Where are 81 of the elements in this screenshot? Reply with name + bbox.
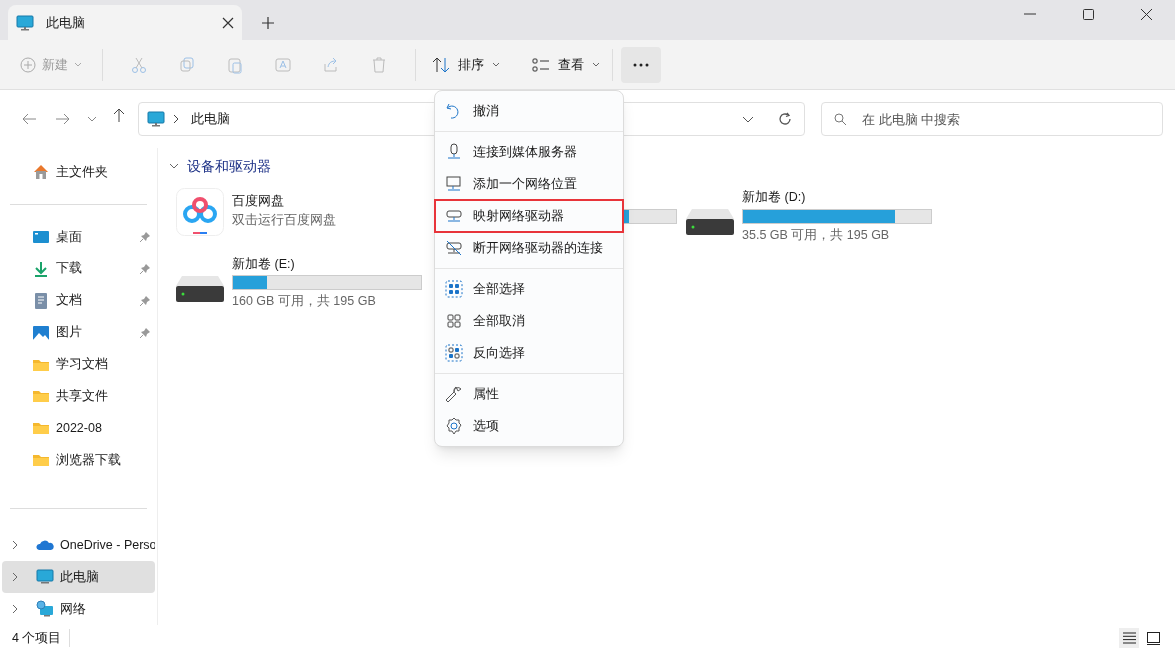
search-field[interactable]: 在 此电脑 中搜索 xyxy=(821,102,1163,136)
caret-icon xyxy=(492,62,500,67)
hard-drive-icon xyxy=(686,207,734,238)
network-drive-icon xyxy=(445,207,463,225)
download-icon xyxy=(32,259,50,278)
tab[interactable]: 此电脑 xyxy=(8,5,242,40)
menu-item[interactable]: 添加一个网络位置 xyxy=(435,168,623,200)
close-icon[interactable] xyxy=(222,16,234,29)
drive-usage: 160 GB 可用，共 195 GB xyxy=(232,293,377,311)
list-view-icon xyxy=(532,57,550,72)
house-icon xyxy=(32,162,50,181)
media-server-icon xyxy=(445,143,463,161)
chevron-down-icon xyxy=(169,161,179,171)
document-icon xyxy=(32,291,50,310)
invert-selection-icon xyxy=(445,344,463,362)
drive-name: 新加卷 (E:) xyxy=(232,255,296,273)
menu-item[interactable]: 选项 xyxy=(435,410,623,442)
menu-item[interactable]: 反向选择 xyxy=(435,337,623,369)
settings-icon xyxy=(445,417,463,435)
view-button[interactable]: 查看 xyxy=(528,46,604,83)
menu-item[interactable]: 属性 xyxy=(435,378,623,410)
tab-label: 此电脑 xyxy=(46,13,86,32)
network-location-icon xyxy=(445,175,463,193)
monitor-icon xyxy=(36,568,54,587)
clipboard-icon[interactable] xyxy=(226,55,244,74)
drive-usage: 35.5 GB 可用，共 195 GB xyxy=(742,226,891,244)
menu-item[interactable]: 撤消 xyxy=(435,95,623,127)
drive-name: 新加卷 (D:) xyxy=(742,189,807,206)
item-name: 百度网盘 xyxy=(232,193,285,210)
monitor-icon xyxy=(16,14,34,31)
more-button[interactable] xyxy=(621,46,661,83)
plus-icon[interactable] xyxy=(262,16,274,29)
tiles-view-icon[interactable] xyxy=(1146,631,1160,645)
refresh-icon[interactable] xyxy=(778,112,793,126)
hard-drive-icon xyxy=(176,273,224,304)
sidebar-item[interactable]: 文档 xyxy=(0,284,157,317)
close-icon[interactable] xyxy=(1140,8,1152,20)
sidebar-item[interactable]: 学习文档 xyxy=(0,348,157,381)
search-icon xyxy=(834,113,848,126)
caret-icon xyxy=(74,62,82,67)
address-path: 此电脑 xyxy=(190,110,230,129)
sidebar-item[interactable]: 2022-08 xyxy=(0,412,157,445)
disconnect-icon xyxy=(445,239,463,257)
item-count: 4 个项目 xyxy=(12,628,71,648)
chevron-right-icon xyxy=(12,540,18,551)
forward-icon[interactable] xyxy=(54,111,71,127)
menu-item[interactable]: 全部选择 xyxy=(435,273,623,305)
back-icon[interactable] xyxy=(20,111,37,127)
menu-item[interactable]: 映射网络驱动器 xyxy=(435,200,623,232)
picture-icon xyxy=(32,323,50,342)
chevron-right-icon xyxy=(12,572,18,583)
item-description: 双击运行百度网盘 xyxy=(232,211,336,229)
sidebar-item[interactable]: 下载 xyxy=(0,252,157,285)
select-none-icon xyxy=(445,312,463,330)
network-icon xyxy=(36,600,54,619)
chevron-down-icon[interactable] xyxy=(742,115,755,123)
menu-item[interactable]: 全部取消 xyxy=(435,305,623,337)
chevron-down-icon[interactable] xyxy=(86,116,97,122)
monitor-icon xyxy=(146,111,165,127)
select-all-icon xyxy=(445,280,463,298)
sort-arrows-icon xyxy=(432,56,450,73)
cloud-app-icon xyxy=(176,188,224,236)
sidebar-item[interactable]: 浏览器下载 xyxy=(0,444,157,477)
sidebar-item[interactable]: 网络 xyxy=(2,593,155,626)
menu-item[interactable]: 连接到媒体服务器 xyxy=(435,136,623,168)
sort-button[interactable]: 排序 xyxy=(428,46,504,83)
maximize-icon[interactable] xyxy=(1082,8,1094,20)
plus-circle-icon xyxy=(20,56,36,73)
sidebar-item[interactable]: 桌面 xyxy=(0,220,157,253)
sidebar-item[interactable]: 共享文件 xyxy=(0,380,157,413)
chevron-right-icon xyxy=(12,604,18,615)
details-view-icon[interactable] xyxy=(1122,632,1136,644)
chevron-right-icon xyxy=(172,114,179,124)
up-arrow-icon[interactable] xyxy=(111,107,126,123)
caret-icon xyxy=(592,62,600,67)
wrench-icon xyxy=(445,385,463,403)
sidebar-item[interactable]: 主文件夹 xyxy=(0,156,157,188)
ellipsis-icon xyxy=(633,62,649,67)
sidebar-item[interactable]: 图片 xyxy=(0,316,157,349)
menu-item[interactable]: 断开网络驱动器的连接 xyxy=(435,232,623,264)
sidebar-item[interactable]: 此电脑 xyxy=(2,561,155,594)
